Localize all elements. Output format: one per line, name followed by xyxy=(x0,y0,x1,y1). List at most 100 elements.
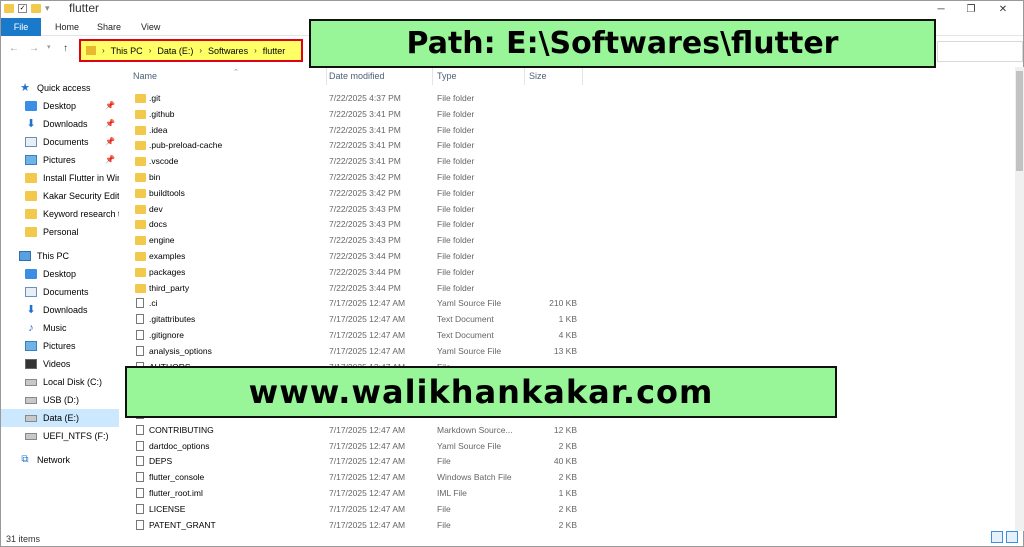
file-row[interactable]: docs 7/22/2025 3:43 PM File folder xyxy=(131,217,591,233)
sidebar-item[interactable]: Install Flutter in Wir xyxy=(1,169,119,187)
file-icon xyxy=(136,472,144,483)
folder-icon xyxy=(135,267,146,277)
scrollbar-thumb[interactable] xyxy=(1016,71,1023,171)
folder-icon xyxy=(135,109,146,119)
file-row[interactable]: .github 7/22/2025 3:41 PM File folder xyxy=(131,107,591,123)
file-row[interactable]: bin 7/22/2025 3:42 PM File folder xyxy=(131,170,591,186)
minimize-button[interactable]: ─ xyxy=(927,1,955,18)
sidebar-item[interactable]: USB (D:) xyxy=(1,391,119,409)
sidebar-item-label: This PC xyxy=(37,251,70,261)
column-header-type[interactable]: Type xyxy=(433,67,525,85)
file-row[interactable]: .idea 7/22/2025 3:41 PM File folder xyxy=(131,123,591,139)
file-row[interactable]: third_party 7/22/2025 3:44 PM File folder xyxy=(131,281,591,297)
file-row[interactable]: .gitignore 7/17/2025 12:47 AM Text Documen… xyxy=(131,328,591,344)
file-row[interactable]: dartdoc_options 7/17/2025 12:47 AM Yaml So… xyxy=(131,439,591,455)
file-row[interactable]: .pub-preload-cache 7/22/2025 3:41 PM File … xyxy=(131,138,591,154)
sidebar-item[interactable]: Local Disk (C:) xyxy=(1,373,119,391)
breadcrumb-flutter[interactable]: flutter xyxy=(263,46,286,56)
file-row[interactable]: DEPS 7/17/2025 12:47 AM File 40 KB xyxy=(131,454,591,470)
file-name: flutter_root.iml xyxy=(149,488,203,498)
chevron-right-icon[interactable]: › xyxy=(102,46,105,55)
file-row[interactable]: buildtools 7/22/2025 3:42 PM File folder xyxy=(131,186,591,202)
properties-icon[interactable]: ✓ xyxy=(18,4,27,13)
file-row[interactable]: examples 7/22/2025 3:44 PM File folder xyxy=(131,249,591,265)
sidebar-item[interactable]: Personal xyxy=(1,223,119,241)
tab-view[interactable]: View xyxy=(133,18,168,36)
dropdown-icon[interactable]: ▾ xyxy=(45,3,50,14)
file-row[interactable]: LICENSE 7/17/2025 12:47 AM File 2 KB xyxy=(131,502,591,518)
file-date: 7/17/2025 12:47 AM xyxy=(329,488,406,498)
file-row[interactable]: packages 7/22/2025 3:44 PM File folder xyxy=(131,265,591,281)
file-size: 4 KB xyxy=(558,330,577,340)
sidebar-item[interactable]: This PC xyxy=(1,247,119,265)
file-row[interactable]: flutter_root.iml 7/17/2025 12:47 AM IML Fi… xyxy=(131,486,591,502)
sidebar-item[interactable]: ★ Quick access xyxy=(1,79,119,97)
sidebar-item[interactable]: Pictures xyxy=(1,337,119,355)
new-folder-icon[interactable] xyxy=(31,4,41,13)
chevron-right-icon[interactable]: › xyxy=(199,46,202,55)
file-size: 1 KB xyxy=(558,314,577,325)
file-list: Name ⌃ Date modified Type Size .git 7/22/… xyxy=(119,67,1017,531)
forward-icon[interactable]: → xyxy=(29,43,39,54)
file-name: DEPS xyxy=(149,456,173,467)
close-button[interactable]: ✕ xyxy=(989,1,1017,18)
file-date: 7/17/2025 12:47 AM xyxy=(329,519,406,530)
file-name: LICENSE xyxy=(149,503,186,514)
chevron-right-icon[interactable]: › xyxy=(254,46,257,55)
file-row[interactable]: .gitattributes 7/17/2025 12:47 AM Text Doc… xyxy=(131,312,591,328)
sidebar-item[interactable]: Documents 📌 xyxy=(1,133,119,151)
chevron-right-icon[interactable]: › xyxy=(149,46,152,55)
file-row[interactable]: .vscode 7/22/2025 3:41 PM File folder xyxy=(131,154,591,170)
sidebar-item[interactable]: Documents xyxy=(1,283,119,301)
recent-locations-icon[interactable]: ▾ xyxy=(47,43,51,51)
sidebar-item[interactable]: ♪ Music xyxy=(1,319,119,337)
file-type: IML File xyxy=(437,488,467,498)
file-row[interactable]: flutter_console 7/17/2025 12:47 AM Windows… xyxy=(131,470,591,486)
details-view-icon[interactable] xyxy=(991,531,1003,543)
column-header-name[interactable]: Name ⌃ xyxy=(129,67,327,85)
folder-icon xyxy=(135,236,146,246)
file-size: 2 KB xyxy=(558,472,577,483)
file-row[interactable]: CONTRIBUTING 7/17/2025 12:47 AM Markdown S… xyxy=(131,423,591,439)
file-date: 7/22/2025 3:43 PM xyxy=(329,203,401,214)
breadcrumb-data-e[interactable]: Data (E:) xyxy=(157,46,193,56)
sidebar-item[interactable]: Desktop xyxy=(1,265,119,283)
sidebar-item[interactable]: ⬇ Downloads 📌 xyxy=(1,115,119,133)
tab-share[interactable]: Share xyxy=(89,18,129,36)
file-type: Windows Batch File xyxy=(437,472,512,483)
sidebar-item[interactable]: Pictures 📌 xyxy=(1,151,119,169)
maximize-button[interactable]: ❐ xyxy=(957,1,985,18)
folder-icon xyxy=(86,46,96,55)
breadcrumb-this-pc[interactable]: This PC xyxy=(111,46,143,56)
sidebar-item[interactable]: Keyword research to xyxy=(1,205,119,223)
file-name: .pub-preload-cache xyxy=(149,140,223,151)
file-row[interactable]: engine 7/22/2025 3:43 PM File folder xyxy=(131,233,591,249)
search-input[interactable] xyxy=(937,41,1023,62)
sidebar-item[interactable]: ⬇ Downloads xyxy=(1,301,119,319)
sidebar-item-label: Desktop xyxy=(43,269,77,279)
file-row[interactable]: .ci 7/17/2025 12:47 AM Yaml Source File 210… xyxy=(131,296,591,312)
file-size: 13 KB xyxy=(553,345,577,356)
column-header-date[interactable]: Date modified xyxy=(325,67,433,85)
sidebar-item[interactable]: Data (E:) xyxy=(1,409,119,427)
column-header-size[interactable]: Size xyxy=(525,67,583,85)
sidebar-item[interactable]: Kakar Security Editi xyxy=(1,187,119,205)
file-type: File folder xyxy=(437,282,475,293)
file-row[interactable]: analysis_options 7/17/2025 12:47 AM Yaml S… xyxy=(131,344,591,360)
tab-file[interactable]: File xyxy=(1,18,41,36)
breadcrumb-softwares[interactable]: Softwares xyxy=(208,46,248,56)
address-bar[interactable]: › This PC › Data (E:) › Softwares › flut… xyxy=(79,39,303,62)
sidebar-item[interactable]: UEFI_NTFS (F:) xyxy=(1,427,119,445)
file-name: dartdoc_options xyxy=(149,440,210,451)
file-row[interactable]: dev 7/22/2025 3:43 PM File folder xyxy=(131,202,591,218)
file-name: bin xyxy=(149,172,161,182)
sidebar-item[interactable]: ⧉ Network xyxy=(1,451,119,469)
file-row[interactable]: PATENT_GRANT 7/17/2025 12:47 AM File 2 KB xyxy=(131,518,591,531)
up-icon[interactable]: ↑ xyxy=(63,43,68,54)
sidebar-item[interactable]: Videos xyxy=(1,355,119,373)
large-icons-view-icon[interactable] xyxy=(1006,531,1018,543)
back-icon[interactable]: ← xyxy=(9,43,19,54)
tab-home[interactable]: Home xyxy=(47,18,87,36)
sidebar-item[interactable]: Desktop 📌 xyxy=(1,97,119,115)
file-row[interactable]: .git 7/22/2025 4:37 PM File folder xyxy=(131,91,591,107)
